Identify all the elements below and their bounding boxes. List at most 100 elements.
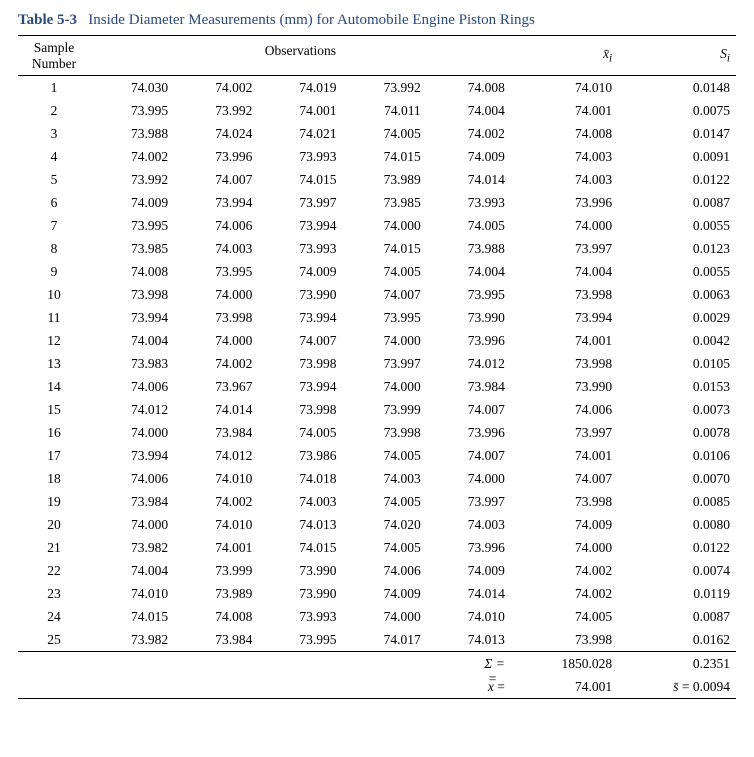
cell-obs: 74.003 [174, 237, 258, 260]
cell-xi: 74.001 [511, 99, 618, 122]
cell-obs: 73.988 [90, 122, 174, 145]
cell-obs: 73.994 [90, 444, 174, 467]
cell-obs: 74.018 [258, 467, 342, 490]
cell-xi: 74.007 [511, 467, 618, 490]
cell-si: 0.0042 [618, 329, 736, 352]
cell-obs: 74.017 [343, 628, 427, 652]
cell-obs: 74.006 [174, 214, 258, 237]
cell-obs: 73.993 [258, 237, 342, 260]
cell-obs: 74.024 [174, 122, 258, 145]
cell-obs: 74.021 [258, 122, 342, 145]
cell-obs: 73.995 [258, 628, 342, 652]
cell-xi: 74.010 [511, 76, 618, 100]
cell-si: 0.0119 [618, 582, 736, 605]
cell-xi: 73.998 [511, 352, 618, 375]
cell-si: 0.0123 [618, 237, 736, 260]
cell-obs: 74.005 [343, 260, 427, 283]
cell-obs: 74.005 [343, 444, 427, 467]
cell-obs: 74.000 [174, 329, 258, 352]
cell-obs: 73.994 [258, 214, 342, 237]
cell-obs: 74.003 [427, 513, 511, 536]
cell-sample: 3 [18, 122, 90, 145]
cell-sample: 13 [18, 352, 90, 375]
cell-obs: 73.983 [90, 352, 174, 375]
cell-xi: 74.001 [511, 329, 618, 352]
cell-si: 0.0055 [618, 214, 736, 237]
cell-xi: 74.001 [511, 444, 618, 467]
cell-si: 0.0073 [618, 398, 736, 421]
cell-obs: 74.000 [343, 605, 427, 628]
cell-xi: 74.009 [511, 513, 618, 536]
cell-si: 0.0148 [618, 76, 736, 100]
cell-obs: 74.005 [427, 214, 511, 237]
cell-obs: 73.994 [258, 375, 342, 398]
table-row: 1773.99474.01273.98674.00574.00774.0010.… [18, 444, 736, 467]
cell-sample: 20 [18, 513, 90, 536]
cell-obs: 74.006 [343, 559, 427, 582]
cell-sample: 25 [18, 628, 90, 652]
cell-obs: 73.995 [174, 260, 258, 283]
cell-si: 0.0153 [618, 375, 736, 398]
obs-spacer [174, 65, 258, 75]
table-row: 773.99574.00673.99474.00074.00574.0000.0… [18, 214, 736, 237]
cell-obs: 73.990 [258, 559, 342, 582]
cell-obs: 73.985 [343, 191, 427, 214]
cell-obs: 74.007 [427, 444, 511, 467]
cell-obs: 74.011 [343, 99, 427, 122]
cell-obs: 74.004 [427, 99, 511, 122]
cell-obs: 74.000 [343, 214, 427, 237]
obs-spacer [427, 65, 511, 75]
cell-obs: 74.007 [427, 398, 511, 421]
cell-obs: 73.994 [90, 306, 174, 329]
cell-sample: 24 [18, 605, 90, 628]
cell-xi: 74.008 [511, 122, 618, 145]
cell-obs: 74.010 [174, 467, 258, 490]
cell-sample: 18 [18, 467, 90, 490]
cell-obs: 74.004 [90, 559, 174, 582]
cell-obs: 74.001 [174, 536, 258, 559]
cell-obs: 74.015 [258, 168, 342, 191]
cell-sample: 12 [18, 329, 90, 352]
cell-xi: 73.998 [511, 283, 618, 306]
col-sample: Sample Number [18, 36, 90, 76]
table-row: 1874.00674.01074.01874.00374.00074.0070.… [18, 467, 736, 490]
table-title: Inside Diameter Measurements (mm) for Au… [88, 12, 535, 28]
cell-obs: 74.020 [343, 513, 427, 536]
cell-obs: 73.992 [174, 99, 258, 122]
cell-obs: 74.010 [90, 582, 174, 605]
table-row: 674.00973.99473.99773.98573.99373.9960.0… [18, 191, 736, 214]
cell-xi: 74.004 [511, 260, 618, 283]
cell-sample: 17 [18, 444, 90, 467]
cell-obs: 74.002 [427, 122, 511, 145]
cell-obs: 73.999 [174, 559, 258, 582]
cell-sample: 10 [18, 283, 90, 306]
cell-sample: 22 [18, 559, 90, 582]
cell-si: 0.0091 [618, 145, 736, 168]
cell-obs: 74.014 [427, 582, 511, 605]
cell-sample: 7 [18, 214, 90, 237]
cell-obs: 74.009 [258, 260, 342, 283]
cell-obs: 73.996 [427, 329, 511, 352]
cell-obs: 74.010 [174, 513, 258, 536]
table-row: 373.98874.02474.02174.00574.00274.0080.0… [18, 122, 736, 145]
cell-obs: 74.001 [258, 99, 342, 122]
cell-obs: 73.984 [174, 421, 258, 444]
cell-obs: 73.995 [343, 306, 427, 329]
cell-obs: 73.993 [258, 145, 342, 168]
cell-xi: 73.997 [511, 237, 618, 260]
data-table: Sample Number Observations x̄i Si 174.03… [18, 35, 736, 699]
cell-obs: 73.990 [258, 283, 342, 306]
sample-line1: Sample [34, 40, 75, 55]
cell-si: 0.0147 [618, 122, 736, 145]
xbarbar: 74.001 [511, 675, 618, 699]
cell-sample: 4 [18, 145, 90, 168]
cell-obs: 74.009 [90, 191, 174, 214]
cell-obs: 73.967 [174, 375, 258, 398]
cell-si: 0.0087 [618, 191, 736, 214]
cell-obs: 74.003 [343, 467, 427, 490]
cell-si: 0.0122 [618, 536, 736, 559]
cell-si: 0.0074 [618, 559, 736, 582]
cell-xi: 74.000 [511, 536, 618, 559]
table-row: 1274.00474.00074.00774.00073.99674.0010.… [18, 329, 736, 352]
cell-si: 0.0055 [618, 260, 736, 283]
